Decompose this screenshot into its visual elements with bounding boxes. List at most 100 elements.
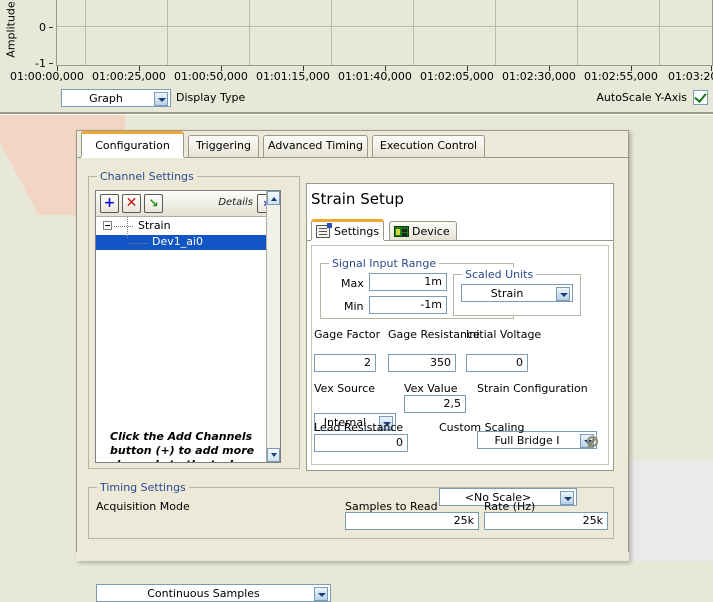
strain-configuration-value: Full Bridge I xyxy=(494,434,560,447)
wrench-icon[interactable] xyxy=(583,436,598,450)
arrow-down-right-icon: ↘ xyxy=(148,196,159,210)
cross-icon: ✕ xyxy=(125,195,138,211)
x-axis-labels: 01:00:00,000 01:00:25,000 01:00:50,000 0… xyxy=(0,70,713,84)
gridline-v-2 xyxy=(167,0,168,65)
strain-setup-tabstrip: Settings Device xyxy=(311,219,611,241)
plot-area[interactable] xyxy=(56,0,713,66)
strain-setup-title: Strain Setup xyxy=(311,190,404,208)
delete-channel-button[interactable]: ✕ xyxy=(122,194,141,213)
chevron-down-icon[interactable] xyxy=(154,92,168,106)
gridline-v-7 xyxy=(577,0,578,65)
x-tick-label-7: 01:02:55,000 xyxy=(584,70,658,83)
tree-connector xyxy=(114,226,134,227)
channel-tree[interactable]: Strain Dev1_ai0 Click the Add Channels b… xyxy=(96,217,266,462)
min-label: Min xyxy=(344,300,364,313)
x-tick-label-1: 01:00:25,000 xyxy=(92,70,166,83)
autoscale-y-axis-label: AutoScale Y-Axis xyxy=(596,91,687,104)
gage-factor-input[interactable]: 2 xyxy=(314,354,376,372)
max-label: Max xyxy=(341,277,364,290)
tree-connector-vertical xyxy=(127,217,128,239)
acquisition-mode-select[interactable]: Continuous Samples xyxy=(96,584,331,602)
tab-device[interactable]: Device xyxy=(389,221,457,241)
channel-toolbar: + ✕ ↘ Details » xyxy=(96,191,280,217)
tab-triggering[interactable]: Triggering xyxy=(188,135,259,157)
check-icon xyxy=(694,90,707,103)
chevron-down-icon[interactable] xyxy=(314,587,328,601)
chevron-down-icon[interactable] xyxy=(556,287,570,301)
gage-resistance-input[interactable]: 350 xyxy=(388,354,456,372)
lead-resistance-label: Lead Resistance xyxy=(314,421,404,434)
tab-triggering-label: Triggering xyxy=(196,139,251,152)
scroll-up-icon[interactable] xyxy=(267,191,280,205)
channel-list-box[interactable]: + ✕ ↘ Details » Strain Dev1_ai0 Click th… xyxy=(95,190,281,463)
tab-strip: Configuration Triggering Advanced Timing… xyxy=(77,131,630,158)
rate-hz-input[interactable]: 25k xyxy=(484,512,608,530)
x-tick-label-8: 01:03:20 xyxy=(668,70,713,83)
acquisition-mode-value: Continuous Samples xyxy=(147,587,260,600)
tab-configuration-label: Configuration xyxy=(95,139,170,152)
tab-settings[interactable]: Settings xyxy=(311,219,384,241)
display-type-select[interactable]: Graph xyxy=(61,89,171,107)
max-input[interactable]: 1m xyxy=(369,273,447,291)
tab-configuration[interactable]: Configuration xyxy=(81,131,184,158)
tab-advanced-timing-label: Advanced Timing xyxy=(268,139,363,152)
tree-item-dev1-ai0-label: Dev1_ai0 xyxy=(152,235,204,248)
decorative-gray-shape xyxy=(616,461,713,561)
gage-factor-label: Gage Factor xyxy=(314,328,381,341)
settings-icon xyxy=(316,223,332,238)
gridline-v-5 xyxy=(413,0,414,65)
channel-settings-legend: Channel Settings xyxy=(97,170,197,183)
tab-settings-label: Settings xyxy=(334,225,380,238)
initial-voltage-input[interactable]: 0 xyxy=(466,354,528,372)
signal-input-range-legend: Signal Input Range xyxy=(329,257,440,270)
gridline-h-0 xyxy=(57,26,712,27)
y-tick-mark-0 xyxy=(49,27,53,28)
collapse-icon[interactable] xyxy=(103,221,112,230)
lead-resistance-input[interactable]: 0 xyxy=(314,434,408,452)
display-type-value: Graph xyxy=(89,92,123,105)
tree-item-strain-label: Strain xyxy=(138,219,171,232)
tree-item-strain[interactable]: Strain xyxy=(96,219,266,233)
add-channels-hint: Click the Add Channels button (+) to add… xyxy=(110,430,255,462)
scaled-units-legend: Scaled Units xyxy=(462,268,537,281)
gridline-v-8 xyxy=(659,0,660,65)
x-tick-label-3: 01:01:15,000 xyxy=(256,70,330,83)
gridline-v-6 xyxy=(495,0,496,65)
y-axis-title: Amplitude xyxy=(1,0,18,68)
min-input[interactable]: -1m xyxy=(369,296,447,314)
add-channel-button[interactable]: + xyxy=(100,194,119,213)
graph-controls-row: Graph Display Type AutoScale Y-Axis xyxy=(0,88,713,110)
vex-value-label: Vex Value xyxy=(404,382,458,395)
channel-list-scrollbar[interactable] xyxy=(266,191,280,462)
tab-advanced-timing[interactable]: Advanced Timing xyxy=(263,135,368,157)
tree-item-dev1-ai0[interactable]: Dev1_ai0 xyxy=(96,235,266,250)
gridline-v-3 xyxy=(249,0,250,65)
strain-configuration-label: Strain Configuration xyxy=(477,382,588,395)
migrate-channel-button[interactable]: ↘ xyxy=(144,194,163,213)
custom-scaling-label: Custom Scaling xyxy=(439,421,525,434)
x-tick-label-6: 01:02:30,000 xyxy=(502,70,576,83)
x-tick-label-4: 01:01:40,000 xyxy=(338,70,412,83)
plus-icon: + xyxy=(103,195,116,211)
gridline-v-1 xyxy=(85,0,86,65)
scaled-units-select[interactable]: Strain xyxy=(461,284,573,302)
tab-active-underline xyxy=(81,157,184,158)
tab-execution-control[interactable]: Execution Control xyxy=(372,135,485,157)
panel-bottom-strip xyxy=(76,552,629,561)
scroll-down-icon[interactable] xyxy=(267,448,280,462)
display-type-label: Display Type xyxy=(176,91,246,104)
x-tick-label-0: 01:00:00,000 xyxy=(10,70,84,83)
x-tick-label-2: 01:00:50,000 xyxy=(174,70,248,83)
waveform-graph-area: Amplitude 0 -1 01:00:00,000 01:00:25,000… xyxy=(0,0,713,113)
autoscale-y-axis-checkbox[interactable] xyxy=(693,90,708,105)
vex-source-label: Vex Source xyxy=(314,382,376,395)
y-tick-mark-1 xyxy=(49,63,53,64)
samples-to-read-input[interactable]: 25k xyxy=(345,512,479,530)
vex-value-input[interactable]: 2,5 xyxy=(404,395,466,413)
acquisition-mode-label: Acquisition Mode xyxy=(96,500,190,513)
gage-resistance-label: Gage Resistance xyxy=(388,328,480,341)
strain-tab-active-underline xyxy=(311,240,384,241)
details-label: Details xyxy=(218,197,253,208)
tab-execution-control-label: Execution Control xyxy=(379,139,478,152)
y-axis-title-label: Amplitude xyxy=(4,1,18,58)
